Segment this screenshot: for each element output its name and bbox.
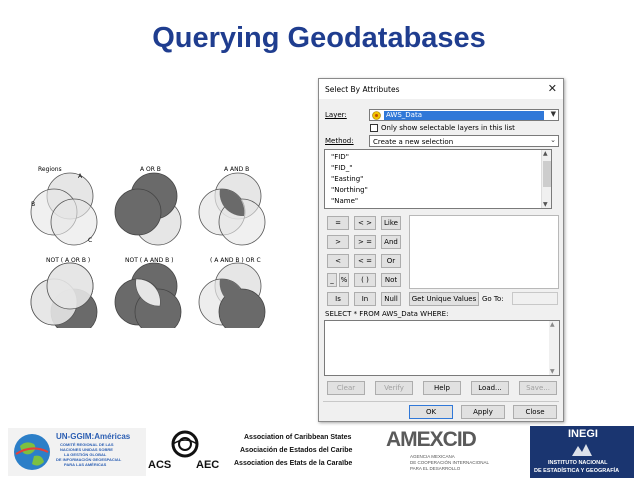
- sql-expression-textarea[interactable]: ▲ ▼: [324, 320, 560, 376]
- verify-button[interactable]: Verify: [375, 381, 413, 395]
- scroll-down-icon[interactable]: ▼: [543, 201, 548, 208]
- chevron-down-icon: ⌄: [550, 136, 556, 144]
- amexcid-sub: PARA EL DESARROLLO: [410, 466, 461, 471]
- acs-emblem-icon: [171, 430, 199, 458]
- operator-less-equal-button[interactable]: < =: [354, 254, 376, 268]
- dialog-title: Select By Attributes: [325, 85, 400, 94]
- sql-scrollbar[interactable]: ▲ ▼: [549, 321, 559, 375]
- venn-label-a-and-b-or-c: ( A AND B ) OR C: [210, 257, 261, 264]
- acs-logo: ACS AEC Association of Caribbean States …: [148, 428, 368, 476]
- scroll-down-icon[interactable]: ▼: [550, 368, 555, 375]
- close-icon[interactable]: ✕: [548, 82, 557, 95]
- method-label: Method:: [325, 137, 354, 145]
- operator-is-button[interactable]: Is: [327, 292, 349, 306]
- scroll-up-icon[interactable]: ▲: [550, 321, 555, 328]
- acs-name-es: Asociación de Estados del Caribe: [240, 447, 353, 454]
- only-selectable-label: Only show selectable layers in this list: [381, 124, 515, 132]
- inegi-sub: INSTITUTO NACIONAL: [548, 460, 608, 466]
- amexcid-sub: DE COOPERACIÓN INTERNACIONAL: [410, 460, 490, 465]
- venn-a-or-b: A OR B: [114, 166, 182, 246]
- inegi-emblem-icon: [572, 444, 592, 456]
- ungigim-logo: UN-GGIM:Américas COMITÉ REGIONAL DE LAS …: [8, 428, 146, 476]
- save-button[interactable]: Save...: [519, 381, 557, 395]
- field-item[interactable]: "Northing": [331, 186, 368, 194]
- field-item[interactable]: "Name": [331, 197, 358, 205]
- layer-dropdown[interactable]: AWS_Data ▼: [369, 109, 559, 121]
- operator-not-equal-button[interactable]: < >: [354, 216, 376, 230]
- venn-label-not-a-and-b: NOT ( A AND B ): [125, 257, 174, 264]
- operator-null-button[interactable]: Null: [381, 292, 401, 306]
- fields-scrollbar[interactable]: ▲ ▼: [541, 150, 551, 208]
- operator-in-button[interactable]: In: [354, 292, 376, 306]
- field-item[interactable]: "Easting": [331, 175, 363, 183]
- dialog-titlebar: Select By Attributes ✕: [319, 79, 563, 99]
- only-selectable-checkbox[interactable]: [370, 124, 378, 132]
- venn-a-and-b-or-c: ( A AND B ) OR C: [198, 257, 266, 328]
- ungigim-name: UN-GGIM:Américas: [56, 432, 131, 441]
- venn-diagrams: Regions A B C A OR B A AND B NOT ( A OR …: [30, 166, 266, 328]
- venn-label-b: B: [31, 201, 35, 208]
- unique-values-list[interactable]: [409, 215, 559, 289]
- go-to-input[interactable]: [512, 292, 558, 305]
- method-value: Create a new selection: [373, 138, 454, 146]
- operator-not-button[interactable]: Not: [381, 273, 401, 287]
- operator-and-button[interactable]: And: [381, 235, 401, 249]
- field-item[interactable]: "FID_": [331, 164, 352, 172]
- acs-text: ACS: [148, 459, 172, 471]
- ungigim-sub: PARA LAS AMÉRICAS: [64, 462, 107, 467]
- operator-parens-button[interactable]: ( ): [354, 273, 376, 287]
- operator-less-button[interactable]: <: [327, 254, 349, 268]
- chevron-down-icon: ▼: [550, 110, 556, 118]
- get-unique-values-button[interactable]: Get Unique Values: [409, 292, 479, 306]
- amexcid-logo: AMEXCID AGENCIA MEXICANA DE COOPERACIÓN …: [384, 428, 522, 476]
- fields-list[interactable]: "FID" "FID_" "Easting" "Northing" "Name"…: [324, 149, 552, 209]
- scroll-up-icon[interactable]: ▲: [543, 150, 548, 157]
- operator-underscore-button[interactable]: _: [327, 273, 337, 287]
- sql-prefix-label: SELECT * FROM AWS_Data WHERE:: [325, 310, 449, 318]
- venn-not-a-and-b: NOT ( A AND B ): [114, 257, 182, 328]
- amexcid-name: AMEXCID: [386, 428, 477, 451]
- layer-selected-value: AWS_Data: [384, 111, 544, 120]
- apply-button[interactable]: Apply: [461, 405, 505, 419]
- help-button[interactable]: Help: [423, 381, 461, 395]
- logo-bar: UN-GGIM:Américas COMITÉ REGIONAL DE LAS …: [0, 426, 638, 478]
- aec-text: AEC: [196, 459, 220, 471]
- load-button[interactable]: Load...: [471, 381, 509, 395]
- venn-label-c: C: [88, 237, 92, 244]
- inegi-name: INEGI: [568, 428, 598, 440]
- go-to-label: Go To:: [482, 295, 504, 303]
- venn-regions: Regions A B C: [30, 166, 98, 246]
- divider: [323, 401, 559, 402]
- venn-label-not-a-or-b: NOT ( A OR B ): [46, 257, 90, 264]
- operator-greater-equal-button[interactable]: > =: [354, 235, 376, 249]
- layer-label: Layer:: [325, 111, 347, 119]
- operator-like-button[interactable]: Like: [381, 216, 401, 230]
- scroll-thumb[interactable]: [543, 161, 551, 187]
- acs-name-fr: Association des Etats de la Caraïbe: [234, 460, 353, 467]
- ok-button[interactable]: OK: [409, 405, 453, 419]
- venn-label-regions: Regions: [38, 166, 62, 173]
- inegi-logo: INEGI INSTITUTO NACIONAL DE ESTADÍSTICA …: [530, 426, 634, 478]
- operator-or-button[interactable]: Or: [381, 254, 401, 268]
- inegi-sub: DE ESTADÍSTICA Y GEOGRAFÍA: [534, 468, 620, 474]
- operator-equals-button[interactable]: =: [327, 216, 349, 230]
- venn-label-a-and-b: A AND B: [224, 166, 249, 173]
- field-item[interactable]: "FID": [331, 153, 349, 161]
- acs-name-en: Association of Caribbean States: [244, 434, 352, 441]
- venn-not-a-or-b: NOT ( A OR B ): [30, 257, 98, 328]
- select-by-attributes-dialog: Select By Attributes ✕ Layer: AWS_Data ▼…: [318, 78, 564, 422]
- operator-percent-button[interactable]: %: [339, 273, 349, 287]
- layer-icon: [372, 111, 381, 120]
- amexcid-sub: AGENCIA MEXICANA: [410, 454, 455, 459]
- clear-button[interactable]: Clear: [327, 381, 365, 395]
- method-dropdown[interactable]: Create a new selection ⌄: [369, 135, 559, 147]
- slide-title: Querying Geodatabases: [152, 22, 486, 54]
- operator-greater-button[interactable]: >: [327, 235, 349, 249]
- close-button[interactable]: Close: [513, 405, 557, 419]
- globe-icon: [14, 434, 50, 470]
- venn-label-a-or-b: A OR B: [140, 166, 161, 173]
- venn-a-and-b: A AND B: [198, 166, 266, 246]
